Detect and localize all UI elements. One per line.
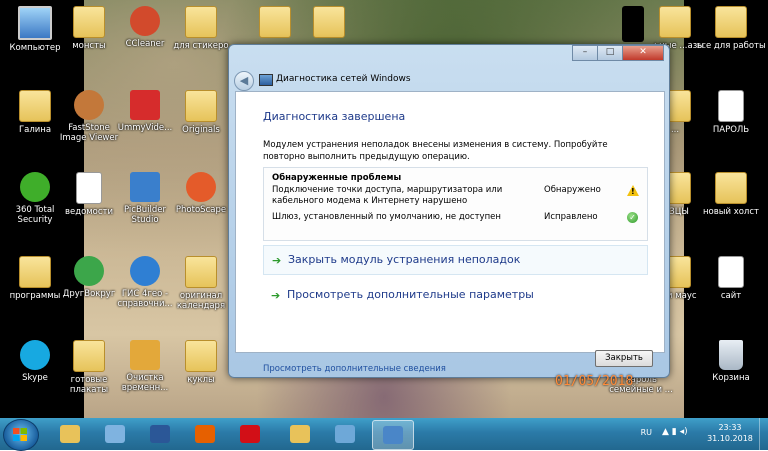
desktop-icon-label: Originals [182, 125, 220, 135]
problem-status: Обнаружено [544, 185, 601, 195]
pc-icon [18, 6, 52, 40]
green-arrow-icon: ➔ [271, 289, 281, 302]
folder-icon [185, 256, 217, 288]
taskbar-button[interactable] [372, 420, 414, 450]
folder-icon [73, 6, 105, 38]
network-diagnostics-window: ◀ Диагностика сетей Windows – □ ✕ Диагно… [228, 44, 670, 378]
desktop-icon-label: для стикеро [173, 41, 229, 51]
desktop-icon[interactable]: Корзина [696, 340, 766, 383]
clock-time: 23:33 [718, 423, 742, 432]
folder-icon [185, 90, 217, 122]
problem-name: Шлюз, установленный по умолчанию, не дос… [272, 212, 501, 222]
description-text: Модулем устранения неполадок внесены изм… [263, 140, 608, 162]
round-icon [130, 6, 160, 36]
folder-icon [73, 340, 105, 372]
action-label: Просмотреть дополнительные параметры [287, 288, 534, 301]
doc-icon [718, 256, 744, 288]
round-icon [186, 172, 216, 202]
word-icon [150, 425, 170, 443]
notepad-icon [105, 425, 125, 443]
dialog-content: Диагностика завершена Модулем устранения… [235, 91, 665, 374]
doc-icon [718, 90, 744, 122]
folder-icon [185, 6, 217, 38]
desktop-icon-label: оригинал календаря [176, 291, 226, 311]
opera-icon [240, 425, 260, 443]
round-icon [20, 172, 50, 202]
desktop-icon[interactable]: оригинал календаря [166, 256, 236, 311]
folder-icon [659, 6, 691, 38]
firefox-icon [195, 425, 215, 443]
network-diagnostics-icon [383, 426, 403, 444]
network-diagnostics-icon [259, 74, 273, 86]
close-window-button[interactable]: ✕ [622, 45, 664, 61]
start-button[interactable] [3, 419, 39, 451]
doc-icon [76, 172, 102, 204]
page-title: Диагностика завершена [263, 110, 406, 123]
desktop-icon[interactable]: Originals [166, 90, 236, 135]
clock-date: 31.10.2018 [707, 434, 753, 443]
desktop-icon-label: куклы [187, 375, 215, 385]
problem-status: Исправлено [544, 212, 598, 222]
folder-icon [715, 6, 747, 38]
round-icon [130, 256, 160, 286]
image-viewer-icon [335, 425, 355, 443]
folder-icon [185, 340, 217, 372]
desktop-icon-label: Корзина [712, 373, 750, 383]
window-title: Диагностика сетей Windows [276, 74, 411, 84]
close-button[interactable]: Закрыть [595, 350, 653, 367]
title-bar[interactable]: ◀ Диагностика сетей Windows – □ ✕ [229, 45, 669, 91]
round-icon [74, 90, 104, 120]
problems-header: Обнаруженные проблемы [272, 173, 402, 183]
warning-icon [627, 185, 639, 197]
taskbar-button[interactable] [95, 420, 135, 448]
folder-icon [313, 6, 345, 38]
taskbar-button[interactable] [325, 420, 365, 448]
app-icon [130, 340, 160, 370]
back-button[interactable]: ◀ [234, 71, 254, 91]
taskbar-button[interactable] [230, 420, 270, 448]
taskbar-button[interactable] [280, 420, 320, 448]
folder-icon [19, 90, 51, 122]
taskbar: RU ▲ ▮ ◂) 23:33 31.10.2018 [0, 418, 768, 451]
app-icon [130, 90, 160, 120]
taskbar-button[interactable] [140, 420, 180, 448]
folder-icon [259, 6, 291, 38]
show-desktop-button[interactable] [759, 418, 768, 450]
clock[interactable]: 23:33 31.10.2018 [702, 422, 758, 444]
maximize-button[interactable]: □ [597, 45, 623, 61]
green-arrow-icon: ➔ [272, 254, 282, 267]
minimize-button[interactable]: – [572, 45, 598, 61]
photo-date-watermark: 01/05/2018 [555, 374, 634, 389]
desktop-icon[interactable] [294, 6, 364, 41]
problem-name: Подключение точки доступа, маршрутизатор… [272, 185, 503, 206]
check-icon: ✓ [627, 212, 638, 223]
folder-icon [715, 172, 747, 204]
folder-icon [290, 425, 310, 443]
tray-icons[interactable]: ▲ ▮ ◂) [662, 427, 698, 439]
round-icon [20, 340, 50, 370]
app-icon [130, 172, 160, 202]
folder-icon [60, 425, 80, 443]
taskbar-button[interactable] [185, 420, 225, 448]
trash-icon [719, 340, 743, 370]
problems-panel: Обнаруженные проблемы Подключение точки … [263, 167, 648, 241]
language-indicator[interactable]: RU [641, 428, 652, 437]
folder-icon [19, 256, 51, 288]
desktop-icon-label: PhotoScape [175, 205, 227, 215]
desktop-icon[interactable]: для стикеро [166, 6, 236, 51]
action-label: Закрыть модуль устранения неполадок [288, 253, 521, 266]
view-details-link[interactable]: Просмотреть дополнительные сведения [263, 364, 446, 374]
close-troubleshooter-link[interactable]: ➔ Закрыть модуль устранения неполадок [263, 245, 648, 275]
taskbar-button[interactable] [50, 420, 90, 448]
view-additional-options-link[interactable]: ➔ Просмотреть дополнительные параметры [263, 281, 646, 309]
round-icon [74, 256, 104, 286]
desktop-icon[interactable]: PhotoScape [166, 172, 236, 215]
